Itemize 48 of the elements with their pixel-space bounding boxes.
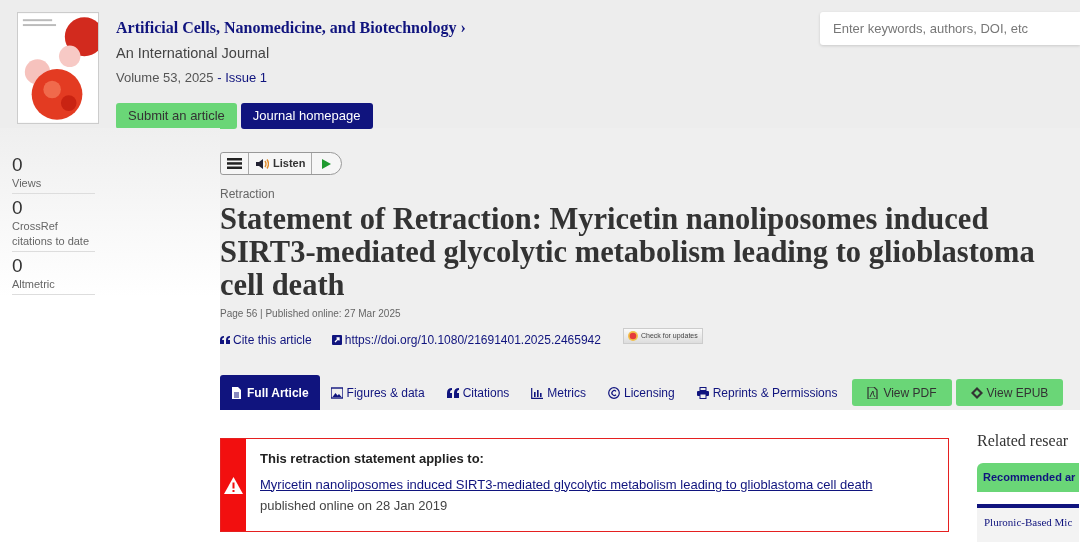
metric-value: 0 [12,255,24,277]
journal-title-link[interactable]: Artificial Cells, Nanomedicine, and Biotechnology › [116,19,466,36]
image-icon [330,386,343,399]
article-tab[interactable]: Metrics [520,375,597,410]
article-tab[interactable]: Reprints & Permissions [685,375,849,410]
doi-link[interactable]: https://doi.org/10.1080/21691401.2025.2465942 [331,331,601,349]
recommended-tab[interactable]: Recommended ar [977,463,1079,492]
article-tab[interactable]: Figures & data [319,375,436,410]
view-pdf-button[interactable]: View PDF [852,379,952,406]
copyright-icon [608,386,620,399]
original-article-link[interactable]: Myricetin nanoliposomes induced SIRT3-mediated glycolytic metabolism leading to glioblastoma cell death [260,474,873,494]
related-heading: Related resear [977,431,1070,451]
article-tab[interactable]: Licensing [597,375,686,410]
journal-subtitle: An International Journal [116,44,271,63]
speaker-icon [255,157,269,170]
diamond-icon [970,386,983,399]
printer-icon [696,386,709,399]
warning-icon [224,476,243,494]
pdf-icon [867,386,880,399]
bar-chart-icon [531,386,544,399]
related-article-link[interactable]: Pluronic-Based Mic [984,513,1072,530]
document-icon [231,386,243,399]
badge-icon [627,331,638,341]
article-tab[interactable]: Full Article [220,375,320,410]
article-tab[interactable]: Citations [435,375,521,410]
publication-info: Page 56 | Published online: 27 Mar 2025 [220,307,402,321]
metric-value: 0 [12,154,24,176]
view-epub-button[interactable]: View EPUB [955,379,1064,406]
metric-label: Altmetric [12,277,56,292]
metric-label: Views [12,176,43,191]
play-icon[interactable] [322,158,332,169]
original-publication-date: published online on 28 Jan 2019 [260,497,449,515]
listen-label[interactable]: Listen [273,155,306,172]
quote-icon [446,386,459,399]
cite-link[interactable]: Cite this article [220,331,312,349]
metric-value: 0 [12,197,24,219]
article-type: Retraction [220,186,276,203]
external-link-icon [331,335,342,345]
metric-label: CrossRef citations to date [12,219,91,249]
notice-heading: This retraction statement applies to: [260,450,485,468]
quote-icon [220,336,230,344]
search-field[interactable]: Enter keywords, authors, DOI, etc [820,12,1080,45]
issue-link[interactable]: - Issue 1 [217,69,268,85]
menu-icon[interactable] [227,158,242,169]
homepage-button[interactable]: Journal homepage [240,103,373,130]
article-title: Statement of Retraction: Myricetin nanoliposomes induced SIRT3-mediated glycolytic metabolism leading to glioblastoma cell death [220,203,1035,302]
volume-text: Volume 53, 2025 [116,69,214,85]
submit-button[interactable]: Submit an article [116,103,237,130]
